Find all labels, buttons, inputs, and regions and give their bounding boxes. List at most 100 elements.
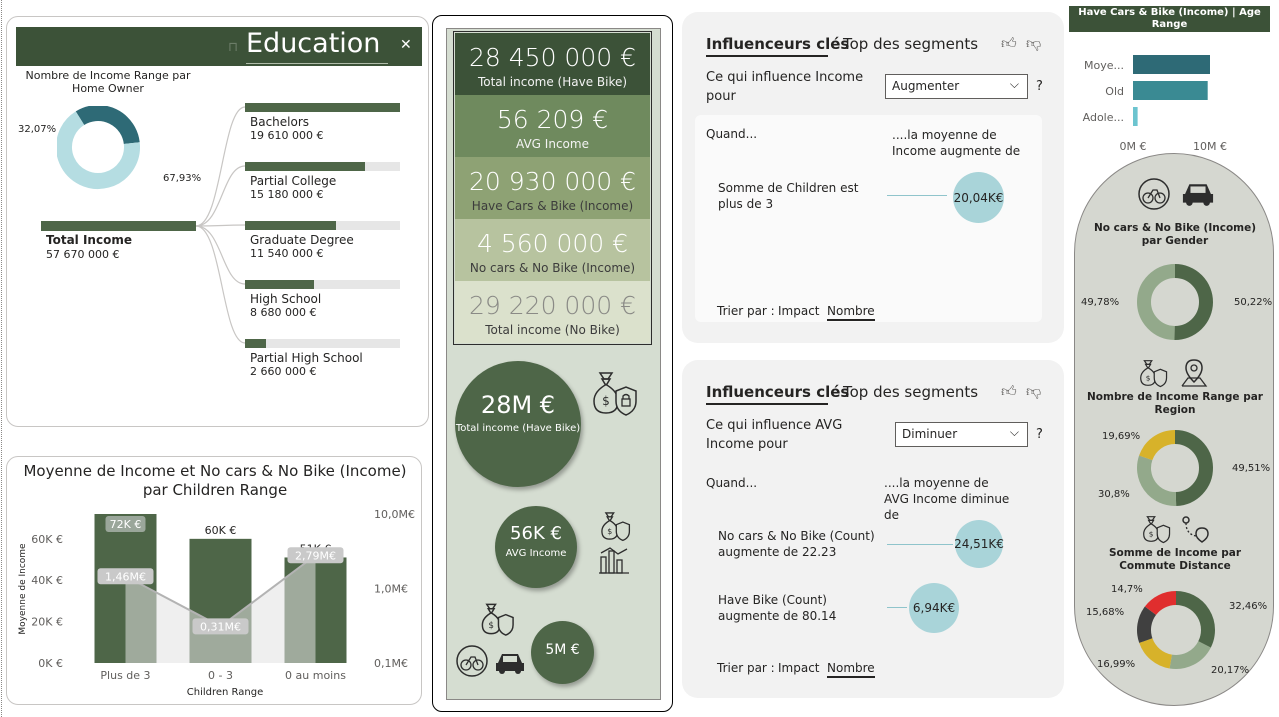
gender-donut <box>1137 264 1213 340</box>
thumbs-down-icon[interactable]: 👎︎ <box>1026 34 1041 53</box>
influencer-value-bubble[interactable]: 24,51K€ <box>954 520 1004 568</box>
tree-connector <box>195 225 246 344</box>
combo-line-label: 0,31M€ <box>200 620 241 633</box>
sort-impact[interactable]: Impact <box>778 303 820 319</box>
kpi-value: 28 450 000 € <box>469 43 636 72</box>
bicycle-icon <box>1138 178 1170 210</box>
decomp-bar[interactable] <box>245 221 337 230</box>
svg-text:$: $ <box>602 394 610 408</box>
influence-direction-dropdown[interactable]: Diminuer ⌵ <box>895 422 1028 447</box>
sort-count[interactable]: Nombre <box>827 303 875 321</box>
kpi-circle-total-income-label: Total income (Have Bike) <box>455 423 581 434</box>
combo-xlabel: Children Range <box>187 687 263 698</box>
gender-donut-label-left: 49,78% <box>1081 297 1120 308</box>
donut-slice[interactable] <box>1137 455 1177 506</box>
help-icon[interactable]: ? <box>1036 79 1043 94</box>
donut-slice[interactable] <box>1174 430 1213 506</box>
age-axis-tick: 10M € <box>1193 140 1227 153</box>
money-bag-icon: $ <box>481 603 514 636</box>
tab-key-influencers[interactable]: Influenceurs clés <box>706 35 849 53</box>
tab-key-influencers-underline <box>706 55 828 57</box>
route-icon <box>1182 516 1209 543</box>
donut-slice[interactable] <box>1137 264 1176 340</box>
tree-connector <box>195 224 246 227</box>
kpi-value: 56 209 € <box>496 105 609 134</box>
commute-donut <box>1137 591 1215 669</box>
key-influencers-top-panel: Influenceurs clés Top des segments 👍︎ 👎︎… <box>682 12 1064 343</box>
tree-connector <box>195 225 246 285</box>
decomp-node-value: 8 680 000 € <box>250 306 317 319</box>
donut-slice[interactable] <box>1175 591 1215 648</box>
root-bar[interactable] <box>41 221 196 231</box>
kpi-label: Total income (Have Bike) <box>477 75 628 89</box>
decomp-bar[interactable] <box>245 103 400 112</box>
sort-count[interactable]: Nombre <box>827 660 875 678</box>
donut-slice[interactable] <box>1139 637 1173 669</box>
kpi-circle-avg-income-label: AVG Income <box>505 548 567 559</box>
root-value: 57 670 000 € <box>46 248 120 261</box>
age-bar[interactable] <box>1133 107 1138 126</box>
combo-bar-label: 60K € <box>205 524 237 537</box>
age-bar[interactable] <box>1133 81 1208 100</box>
sort-impact[interactable]: Impact <box>778 660 820 676</box>
thumbs-up-icon[interactable]: 👍︎ <box>1001 382 1017 401</box>
decomp-bar[interactable] <box>245 162 365 171</box>
svg-text:$: $ <box>488 621 494 631</box>
kpi-circle-no-cars-value: 5M € <box>545 642 580 658</box>
decomp-bar-track <box>245 339 400 348</box>
tab-top-segments[interactable]: Top des segments <box>843 35 978 53</box>
root-label: Total Income <box>46 233 132 247</box>
sort-label: Trier par : <box>717 304 775 318</box>
influence-direction-dropdown[interactable]: Augmenter ⌵ <box>885 74 1028 99</box>
thumbs-down-icon[interactable]: 👎︎ <box>1026 382 1041 401</box>
tab-top-segments[interactable]: Top des segments <box>843 383 978 401</box>
influencer-value-bubble[interactable]: 6,94K€ <box>909 583 959 633</box>
influencer-row-text[interactable]: Have Bike (Count) augmente de 80.14 <box>718 592 878 624</box>
kpi-circle-no-cars: 5M € <box>531 621 594 684</box>
thumbs-up-icon[interactable]: 👍︎ <box>1001 34 1017 53</box>
combo-bar-label: 72K € <box>110 518 142 531</box>
influencer-value-bubble[interactable]: 20,04K€ <box>953 172 1004 223</box>
donut-slice[interactable] <box>1139 430 1176 461</box>
decomp-node-label: High School <box>250 292 322 306</box>
kpi-circle-total-income: 28M € Total income (Have Bike) <box>455 361 581 487</box>
combo-ylabel: Moyenne de Income <box>18 543 28 635</box>
tree-connector <box>195 165 246 227</box>
combo-right-tick: 1,0M€ <box>374 583 408 596</box>
region-donut <box>1137 430 1213 506</box>
decomp-node-label: Partial High School <box>250 351 363 365</box>
donut-slice[interactable] <box>1137 606 1157 643</box>
kpi-label: Have Cars & Bike (Income) <box>471 199 634 213</box>
kpi-circle-avg-income: 56K € AVG Income <box>495 506 577 588</box>
influencer-row-text[interactable]: No cars & No Bike (Count) augmente de 22… <box>718 528 878 560</box>
region-donut-title: Nombre de Income Range par Region <box>1087 391 1263 416</box>
decomp-bar[interactable] <box>245 339 267 348</box>
commute-donut-title: Somme de Income par Commute Distance <box>1108 547 1242 572</box>
tab-key-influencers[interactable]: Influenceurs clés <box>706 383 849 401</box>
kpi-value: 20 930 000 € <box>469 167 636 196</box>
page-left-border <box>1 0 2 717</box>
commute-donut-label: 15,68% <box>1086 607 1125 618</box>
combo-line-label: 1,46M€ <box>105 570 146 583</box>
influencer-row-text[interactable]: Somme de Children est plus de 3 <box>718 180 878 212</box>
influence-question: Ce qui influence Income pour <box>706 70 864 104</box>
combo-right-tick: 0,1M€ <box>374 657 408 670</box>
money-bag-icon: $ <box>601 512 631 542</box>
kpi-card: 4 560 000 € No cars & No Bike (Income) <box>455 219 650 281</box>
decomposition-tree-panel: ⊓ Education ✕ Nombre de Income Range par… <box>6 16 429 427</box>
age-category-label: Old <box>1105 85 1124 98</box>
age-bar[interactable] <box>1133 55 1210 74</box>
kpi-circle-total-income-value: 28M € <box>480 391 556 419</box>
commute-donut-label: 14,7% <box>1111 584 1143 595</box>
help-icon[interactable]: ? <box>1036 427 1043 442</box>
combo-left-tick: 0K € <box>38 657 63 670</box>
donut-slice[interactable] <box>1144 591 1177 616</box>
donut-slice[interactable] <box>1169 640 1211 669</box>
age-axis-tick: 0M € <box>1120 140 1147 153</box>
kpi-card: 56 209 € AVG Income <box>455 95 650 157</box>
influencer-arrow <box>887 544 953 545</box>
key-influencers-bottom-panel: Influenceurs clés Top des segments 👍︎ 👎︎… <box>682 360 1064 698</box>
decomp-node-value: 2 660 000 € <box>250 365 317 378</box>
decomp-bar[interactable] <box>245 280 314 289</box>
donut-slice[interactable] <box>1174 264 1213 340</box>
